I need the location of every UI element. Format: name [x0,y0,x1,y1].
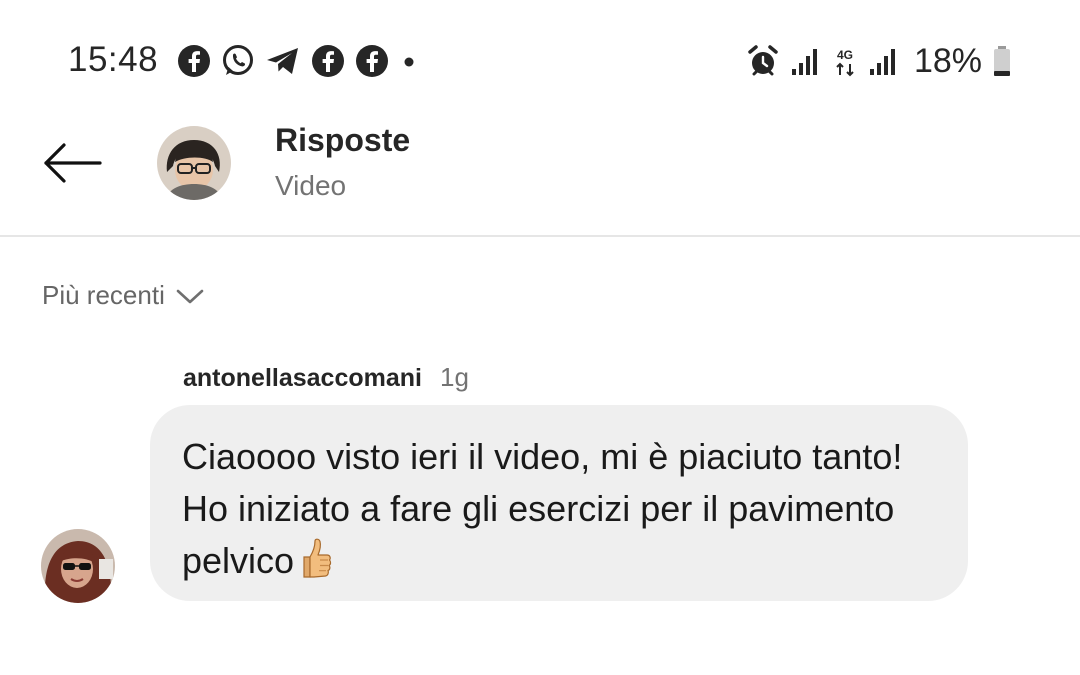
thumbs-up-icon [296,537,332,593]
page-title: Risposte [275,122,411,158]
arrow-left-icon [44,143,102,183]
chevron-down-icon [176,289,204,303]
back-button[interactable] [38,120,108,190]
comment-bubble[interactable]: Ciaoooo visto ieri il video, mi è piaciu… [150,405,968,601]
alarm-icon [748,45,778,76]
notification-icons [176,40,420,82]
network-label: 4G [837,48,853,62]
whatsapp-icon [223,45,253,75]
comment-username[interactable]: antonellasaccomani [183,364,422,393]
facebook-icon [356,45,388,77]
status-time: 15:48 [68,40,159,79]
battery-icon [994,46,1010,76]
comment-time: 1g [439,362,469,392]
avatar-image [41,529,115,603]
comment-text: Ciaoooo visto ieri il video, mi è piaciu… [182,436,903,581]
comment-header: antonellasaccomani 1g [183,362,469,393]
header-divider [0,235,1080,237]
avatar-image [157,126,231,200]
network-4g-icon: 4G [836,48,854,77]
facebook-icon [312,45,344,77]
status-bar: 15:48 4G 18% [0,0,1080,120]
comment-text-container: Ciaoooo visto ieri il video, mi è piaciu… [182,431,938,593]
page-subtitle: Video [275,170,347,201]
sort-dropdown[interactable]: Più recenti [42,280,205,311]
signal-icon [869,49,895,75]
sort-label: Più recenti [42,280,165,310]
battery-percentage: 18% [913,41,982,80]
signal-icon [791,49,817,75]
dot-icon [404,57,414,67]
telegram-icon [267,48,298,74]
status-right: 4G 18% [746,40,1012,82]
commenter-avatar[interactable] [41,529,115,603]
profile-avatar[interactable] [157,126,231,200]
facebook-icon [178,45,210,77]
